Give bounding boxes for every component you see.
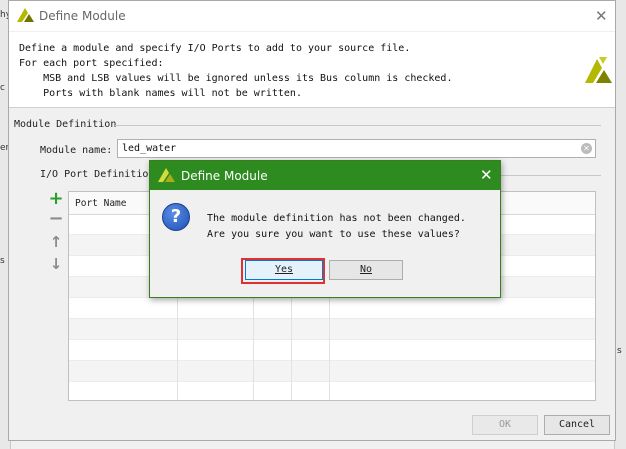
brand-logo-icon bbox=[585, 57, 612, 83]
module-name-label: Module name: bbox=[40, 145, 113, 156]
background-text-fragment: s bbox=[0, 256, 5, 266]
dialog-message-line: Are you sure you want to use these value… bbox=[207, 229, 460, 240]
question-icon: ? bbox=[162, 203, 190, 231]
remove-port-icon[interactable]: − bbox=[47, 210, 65, 229]
dialog-titlebar[interactable]: Define Module ✕ bbox=[150, 161, 500, 190]
module-definition-heading: Module Definition bbox=[14, 119, 117, 130]
window-title: Define Module bbox=[39, 9, 126, 23]
description-line: Ports with blank names will not be writt… bbox=[19, 88, 302, 99]
background-text-fragment: c bbox=[0, 83, 5, 93]
section-divider bbox=[115, 125, 601, 126]
clear-input-icon[interactable]: ✕ bbox=[581, 143, 592, 154]
table-row[interactable] bbox=[69, 382, 595, 400]
module-name-value: led_water bbox=[122, 143, 177, 154]
description-line: For each port specified: bbox=[19, 58, 164, 69]
ok-button[interactable]: OK bbox=[472, 415, 538, 435]
no-button[interactable]: No bbox=[329, 260, 403, 280]
dialog-title: Define Module bbox=[181, 169, 268, 183]
column-header-port-name[interactable]: Port Name bbox=[75, 198, 126, 209]
add-port-icon[interactable]: + bbox=[47, 190, 65, 209]
window-titlebar[interactable]: Define Module ✕ bbox=[9, 1, 615, 31]
module-name-input[interactable]: led_water ✕ bbox=[117, 139, 596, 158]
io-port-definitions-heading: I/O Port Definitio bbox=[40, 169, 149, 180]
confirm-dialog: Define Module ✕ ? The module definition … bbox=[149, 160, 501, 298]
table-row[interactable] bbox=[69, 319, 595, 340]
move-down-icon[interactable]: ↓ bbox=[47, 255, 65, 273]
description-line: MSB and LSB values will be ignored unles… bbox=[19, 73, 453, 84]
cancel-button[interactable]: Cancel bbox=[544, 415, 610, 435]
vivado-logo-icon bbox=[17, 8, 34, 22]
description-line: Define a module and specify I/O Ports to… bbox=[19, 43, 411, 54]
table-row[interactable] bbox=[69, 340, 595, 361]
vivado-logo-icon bbox=[158, 168, 175, 182]
yes-highlight-frame bbox=[241, 258, 325, 284]
table-row[interactable] bbox=[69, 298, 595, 319]
background-text-fragment: s bbox=[617, 346, 622, 356]
no-button-label: No bbox=[359, 264, 373, 275]
dialog-message-line: The module definition has not been chang… bbox=[207, 213, 466, 224]
move-up-icon[interactable]: ↑ bbox=[47, 233, 65, 251]
dialog-close-icon[interactable]: ✕ bbox=[480, 166, 493, 184]
window-close-icon[interactable]: ✕ bbox=[595, 7, 608, 25]
description-panel: Define a module and specify I/O Ports to… bbox=[9, 32, 615, 108]
table-row[interactable] bbox=[69, 361, 595, 382]
